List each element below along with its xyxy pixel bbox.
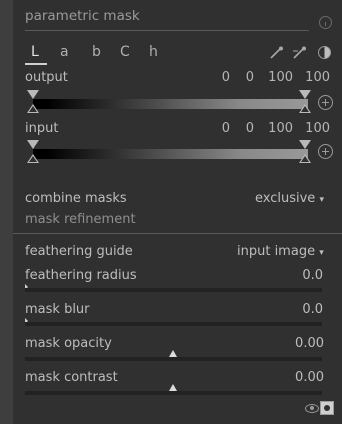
mask-contrast-slider[interactable] <box>25 391 322 395</box>
input-upper-marker-left[interactable] <box>27 140 39 149</box>
tab-L[interactable]: L <box>31 44 39 60</box>
mask-opacity-slider[interactable] <box>25 357 322 361</box>
add-icon[interactable] <box>318 144 333 159</box>
output-value-3: 100 <box>268 70 293 85</box>
mask-opacity-handle[interactable] <box>169 350 177 357</box>
parametric-mask-panel: parametric mask L a b C h output 0 0 100… <box>13 0 342 424</box>
chevron-down-icon: ▾ <box>319 248 324 258</box>
tab-a[interactable]: a <box>60 44 69 60</box>
mask-opacity-label: mask opacity <box>25 336 112 351</box>
chevron-down-icon: ▾ <box>319 195 324 205</box>
output-upper-marker-right[interactable] <box>299 90 311 99</box>
mask-display-icon[interactable] <box>320 401 334 415</box>
feathering-guide-dropdown[interactable]: input image ▾ <box>237 244 324 261</box>
input-gradient-bar[interactable] <box>33 149 308 159</box>
color-picker-icon[interactable] <box>269 46 285 60</box>
mask-blur-slider[interactable] <box>25 322 322 326</box>
section-title: parametric mask <box>25 8 140 24</box>
feathering-radius-value: 0.0 <box>302 268 323 283</box>
mask-opacity-value: 0.00 <box>295 336 324 351</box>
input-label: input <box>25 121 59 136</box>
mask-contrast-value: 0.00 <box>295 370 324 385</box>
tab-b[interactable]: b <box>92 44 101 60</box>
input-lower-marker-right[interactable] <box>299 154 311 163</box>
output-value-2: 0 <box>245 70 254 85</box>
mask-contrast-handle[interactable] <box>169 384 177 391</box>
tab-h[interactable]: h <box>149 44 158 60</box>
combine-masks-label: combine masks <box>25 191 127 206</box>
mask-contrast-label: mask contrast <box>25 370 118 385</box>
output-gradient-bar[interactable] <box>33 99 308 109</box>
feathering-guide-value: input image <box>237 244 316 259</box>
mask-blur-label: mask blur <box>25 302 90 317</box>
refinement-divider <box>13 233 342 234</box>
feathering-guide-label: feathering guide <box>25 244 133 259</box>
output-value-4: 100 <box>305 70 330 85</box>
combine-masks-dropdown[interactable]: exclusive ▾ <box>255 191 324 208</box>
combine-masks-value: exclusive <box>255 191 316 206</box>
input-value-3: 100 <box>268 121 293 136</box>
color-picker-area-icon[interactable] <box>292 46 308 60</box>
output-upper-marker-left[interactable] <box>27 90 39 99</box>
tab-C[interactable]: C <box>120 44 130 60</box>
output-label: output <box>25 70 68 85</box>
input-lower-marker-left[interactable] <box>27 154 39 163</box>
eye-icon[interactable] <box>305 404 319 413</box>
add-icon[interactable] <box>318 95 333 110</box>
active-tab-indicator <box>25 63 47 65</box>
output-value-1: 0 <box>221 70 230 85</box>
input-upper-marker-right[interactable] <box>299 140 311 149</box>
output-lower-marker-right[interactable] <box>299 104 311 113</box>
input-value-4: 100 <box>305 121 330 136</box>
info-icon[interactable] <box>319 16 332 29</box>
invert-polarity-icon[interactable] <box>318 46 331 59</box>
feathering-radius-label: feathering radius <box>25 268 137 283</box>
output-lower-marker-left[interactable] <box>27 104 39 113</box>
input-value-2: 0 <box>245 121 254 136</box>
mask-refinement-heading: mask refinement <box>25 212 136 227</box>
mask-blur-value: 0.0 <box>302 302 323 317</box>
header-divider <box>25 30 309 31</box>
feathering-radius-slider[interactable] <box>25 288 322 292</box>
input-value-1: 0 <box>221 121 230 136</box>
